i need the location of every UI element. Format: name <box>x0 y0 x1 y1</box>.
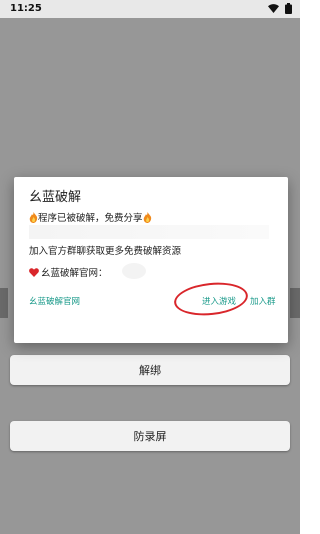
wifi-icon <box>268 4 279 13</box>
blurred-content <box>29 225 269 239</box>
unbind-button-label: 解绑 <box>139 364 161 377</box>
status-time: 11:25 <box>10 3 42 14</box>
dialog-share-line: 程序已被破解，免费分享 <box>29 210 152 224</box>
blurred-site-url <box>122 263 146 279</box>
status-icons <box>268 3 292 14</box>
dialog-group-line: 加入官方群聊获取更多免费破解资源 <box>29 246 182 257</box>
status-bar: 11:25 <box>0 0 300 18</box>
dialog-share-text: 程序已被破解，免费分享 <box>38 213 143 224</box>
anti-screen-record-button-label: 防录屏 <box>133 430 167 443</box>
dialog-site-line: 幺蓝破解官网： <box>29 265 108 279</box>
heart-icon <box>29 267 39 277</box>
flame-icon <box>143 211 152 223</box>
official-site-button[interactable]: 幺蓝破解官网 <box>29 295 80 307</box>
crack-info-dialog: 幺蓝破解 程序已被破解，免费分享 加入官方群聊获取更多免费破解资源 幺蓝破解官网… <box>14 177 288 343</box>
unbind-button[interactable]: 解绑 <box>10 355 290 385</box>
flame-icon <box>29 211 38 223</box>
dialog-title: 幺蓝破解 <box>29 190 82 205</box>
background-button-edge-left <box>0 288 8 318</box>
battery-icon <box>285 3 292 14</box>
anti-screen-record-button[interactable]: 防录屏 <box>10 421 290 451</box>
enter-game-button[interactable]: 进入游戏 <box>202 295 236 307</box>
screen: 11:25 解绑 防录屏 幺蓝破解 程序已被破解，免费分享 加入官方群聊获取更多… <box>0 0 300 534</box>
join-group-button[interactable]: 加入群 <box>250 295 276 307</box>
background-button-edge-right <box>290 288 300 318</box>
dialog-site-text: 幺蓝破解官网： <box>41 268 108 279</box>
